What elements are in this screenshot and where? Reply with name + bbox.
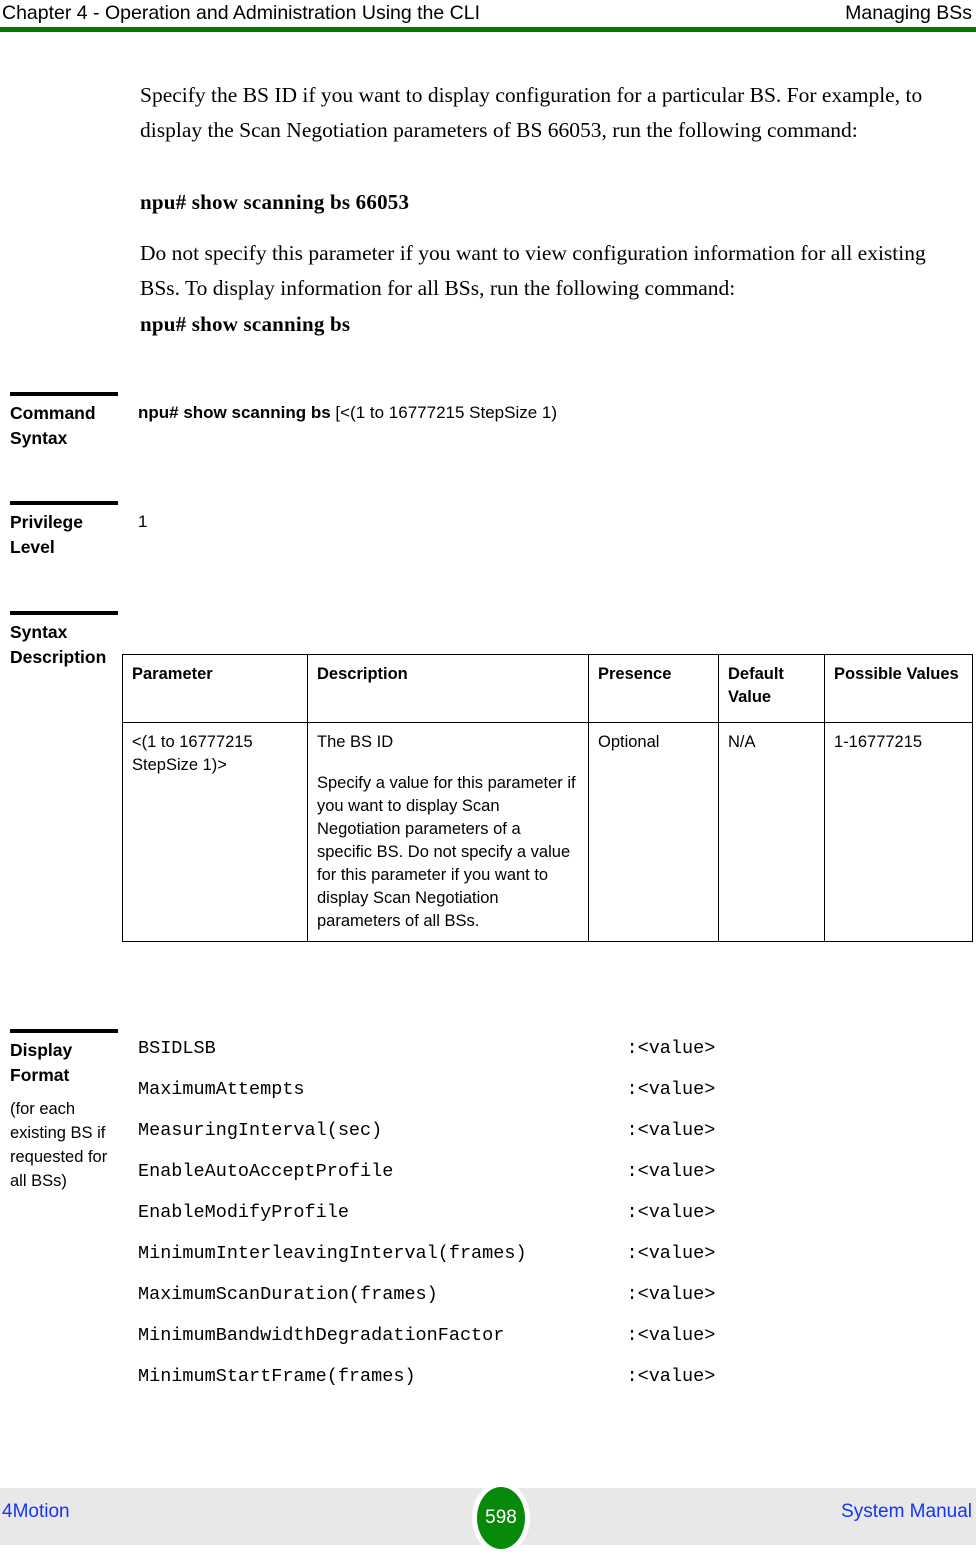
header-chapter-title: Chapter 4 - Operation and Administration… xyxy=(2,2,481,24)
display-format-line: MeasuringInterval(sec) :<value> xyxy=(138,1118,838,1159)
display-format-field-value: :<value> xyxy=(626,1038,716,1059)
footer-page-badge: 598 xyxy=(472,1482,530,1554)
column-header-description: Description xyxy=(307,654,589,723)
command-example-2: npu# show scanning bs xyxy=(140,312,351,336)
field-rule xyxy=(10,611,118,615)
cell-possible-values: 1-16777215 xyxy=(824,722,973,942)
display-format-field-name: MeasuringInterval(sec) xyxy=(138,1120,383,1141)
command-example-1: npu# show scanning bs 66053 xyxy=(140,190,410,214)
display-format-field-value: :<value> xyxy=(626,1120,716,1141)
cell-default-value: N/A xyxy=(718,722,825,942)
parameter-description-table: Parameter Description Presence Default V… xyxy=(122,654,973,942)
field-rule xyxy=(10,1029,118,1033)
intro-paragraph-1: Specify the BS ID if you want to display… xyxy=(140,83,923,142)
display-format-field-name: EnableModifyProfile xyxy=(138,1202,349,1223)
cell-description: The BS ID Specify a value for this param… xyxy=(307,722,589,942)
field-sublabel-display-format: (for each existing BS if requested for a… xyxy=(10,1100,108,1190)
table-row: <(1 to 16777215 StepSize 1)> The BS ID S… xyxy=(122,722,973,942)
field-value-privilege-level: 1 xyxy=(138,512,148,531)
cell-presence: Optional xyxy=(588,722,719,942)
column-header-presence: Presence xyxy=(588,654,719,723)
footer-manual-name[interactable]: System Manual xyxy=(841,1500,972,1524)
display-format-line: MaximumScanDuration(frames) :<value> xyxy=(138,1282,838,1323)
display-format-pad xyxy=(438,1284,627,1305)
column-header-parameter: Parameter xyxy=(122,654,308,723)
command-syntax-args: [<(1 to 16777215 StepSize 1) xyxy=(330,403,558,422)
column-header-default-value: Default Value xyxy=(718,654,825,723)
display-format-line: EnableAutoAcceptProfile :<value> xyxy=(138,1159,838,1200)
display-format-pad xyxy=(416,1366,627,1387)
display-format-field-value: :<value> xyxy=(626,1243,716,1264)
header-divider-rule xyxy=(0,27,976,32)
display-format-line: EnableModifyProfile :<value> xyxy=(138,1200,838,1241)
display-format-line: MinimumBandwidthDegradationFactor :<valu… xyxy=(138,1323,838,1364)
display-format-field-name: MaximumScanDuration(frames) xyxy=(138,1284,438,1305)
display-format-output: BSIDLSB :<value> MaximumAttempts :<value>… xyxy=(138,1036,838,1405)
page-footer: 4Motion 598 System Manual xyxy=(0,1482,976,1554)
field-label-command-syntax: Command Syntax xyxy=(10,403,96,448)
display-format-field-value: :<value> xyxy=(626,1366,716,1387)
cell-description-line-1: The BS ID xyxy=(317,733,394,751)
header-section-title: Managing BSs xyxy=(845,2,972,24)
display-format-pad xyxy=(349,1202,627,1223)
display-format-field-name: BSIDLSB xyxy=(138,1038,216,1059)
display-format-field-name: MaximumAttempts xyxy=(138,1079,305,1100)
display-format-line: MinimumStartFrame(frames) :<value> xyxy=(138,1364,838,1405)
display-format-pad xyxy=(393,1161,626,1182)
display-format-pad xyxy=(527,1243,627,1264)
page-header: Chapter 4 - Operation and Administration… xyxy=(0,0,976,32)
field-label-syntax-description: Syntax Description xyxy=(10,622,107,667)
intro-paragraph-2: Do not specify this parameter if you wan… xyxy=(140,241,926,300)
display-format-line: BSIDLSB :<value> xyxy=(138,1036,838,1077)
footer-product-name[interactable]: 4Motion xyxy=(2,1500,70,1524)
field-label-privilege-level: Privilege Level xyxy=(10,512,83,557)
cell-parameter: <(1 to 16777215 StepSize 1)> xyxy=(122,722,308,942)
display-format-pad xyxy=(504,1325,626,1346)
display-format-field-value: :<value> xyxy=(626,1161,716,1182)
display-format-field-name: MinimumBandwidthDegradationFactor xyxy=(138,1325,505,1346)
field-label-display-format: Display Format xyxy=(10,1040,73,1085)
display-format-line: MaximumAttempts :<value> xyxy=(138,1077,838,1118)
display-format-line: MinimumInterleavingInterval(frames) :<va… xyxy=(138,1241,838,1282)
display-format-pad xyxy=(382,1120,626,1141)
cell-description-line-2: Specify a value for this parameter if yo… xyxy=(317,774,576,930)
display-format-field-value: :<value> xyxy=(626,1202,716,1223)
column-header-possible-values: Possible Values xyxy=(824,654,973,723)
display-format-pad xyxy=(305,1079,627,1100)
display-format-field-value: :<value> xyxy=(626,1284,716,1305)
field-rule xyxy=(10,501,118,505)
display-format-field-name: EnableAutoAcceptProfile xyxy=(138,1161,394,1182)
display-format-field-name: MinimumStartFrame(frames) xyxy=(138,1366,416,1387)
field-rule xyxy=(10,392,118,396)
command-syntax-command: npu# show scanning bs xyxy=(138,403,331,422)
display-format-field-value: :<value> xyxy=(626,1325,716,1346)
footer-page-number: 598 xyxy=(477,1487,525,1549)
display-format-field-value: :<value> xyxy=(626,1079,716,1100)
display-format-pad xyxy=(216,1038,627,1059)
table-header-row: Parameter Description Presence Default V… xyxy=(122,654,973,723)
field-value-command-syntax: npu# show scanning bs [<(1 to 16777215 S… xyxy=(138,400,968,425)
display-format-field-name: MinimumInterleavingInterval(frames) xyxy=(138,1243,527,1264)
